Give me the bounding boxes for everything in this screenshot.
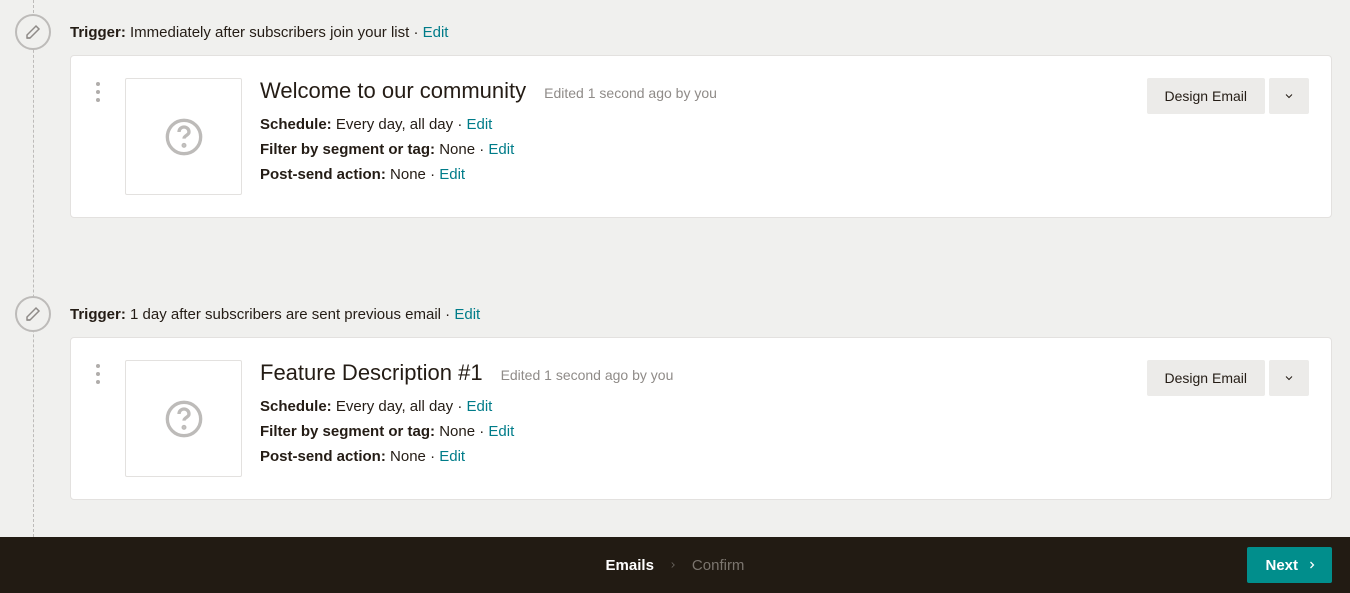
trigger-line: Trigger: Immediately after subscribers j… — [70, 16, 1332, 55]
schedule-label: Schedule: — [260, 398, 332, 415]
schedule-value: Every day, all day — [336, 116, 453, 133]
pencil-icon — [24, 305, 42, 323]
filter-value: None — [439, 141, 475, 158]
chevron-down-icon — [1283, 372, 1295, 384]
filter-value: None — [439, 423, 475, 440]
trigger-label: Trigger: — [70, 24, 126, 41]
postsend-label: Post-send action: — [260, 166, 386, 183]
question-icon — [164, 399, 204, 439]
filter-label: Filter by segment or tag: — [260, 141, 435, 158]
trigger-value: 1 day after subscribers are sent previou… — [130, 306, 441, 323]
footer-bar: Emails Confirm Next — [0, 537, 1350, 593]
breadcrumb-next[interactable]: Confirm — [692, 557, 745, 574]
postsend-edit-link[interactable]: Edit — [439, 448, 465, 465]
schedule-label: Schedule: — [260, 116, 332, 133]
pencil-icon — [24, 23, 42, 41]
card-kebab-menu[interactable] — [89, 360, 107, 384]
filter-label: Filter by segment or tag: — [260, 423, 435, 440]
chevron-right-icon — [668, 557, 678, 574]
trigger-edit-link[interactable]: Edit — [454, 306, 480, 323]
question-icon — [164, 117, 204, 157]
email-thumbnail[interactable] — [125, 360, 242, 477]
chevron-right-icon — [1306, 559, 1318, 571]
email-thumbnail[interactable] — [125, 78, 242, 195]
automation-step-2: Trigger: 1 day after subscribers are sen… — [18, 218, 1332, 500]
postsend-value: None — [390, 166, 426, 183]
postsend-label: Post-send action: — [260, 448, 386, 465]
edited-meta: Edited 1 second ago by you — [544, 85, 717, 101]
chevron-down-icon — [1283, 90, 1295, 102]
design-email-button[interactable]: Design Email — [1147, 78, 1265, 114]
filter-edit-link[interactable]: Edit — [488, 141, 514, 158]
breadcrumb-current[interactable]: Emails — [606, 557, 654, 574]
edited-meta: Edited 1 second ago by you — [501, 367, 674, 383]
schedule-value: Every day, all day — [336, 398, 453, 415]
trigger-line: Trigger: 1 day after subscribers are sen… — [70, 298, 1332, 337]
design-email-button[interactable]: Design Email — [1147, 360, 1265, 396]
email-title: Welcome to our community — [260, 78, 526, 104]
postsend-edit-link[interactable]: Edit — [439, 166, 465, 183]
schedule-edit-link[interactable]: Edit — [466, 116, 492, 133]
design-email-dropdown[interactable] — [1269, 360, 1309, 396]
postsend-value: None — [390, 448, 426, 465]
email-card-1: Welcome to our community Edited 1 second… — [70, 55, 1332, 218]
email-title: Feature Description #1 — [260, 360, 483, 386]
trigger-label: Trigger: — [70, 306, 126, 323]
step-breadcrumb: Emails Confirm — [606, 557, 745, 574]
edit-trigger-icon-button[interactable] — [15, 14, 51, 50]
filter-edit-link[interactable]: Edit — [488, 423, 514, 440]
trigger-edit-link[interactable]: Edit — [423, 24, 449, 41]
email-card-2: Feature Description #1 Edited 1 second a… — [70, 337, 1332, 500]
automation-step-1: Trigger: Immediately after subscribers j… — [18, 0, 1332, 218]
design-email-dropdown[interactable] — [1269, 78, 1309, 114]
card-kebab-menu[interactable] — [89, 78, 107, 102]
schedule-edit-link[interactable]: Edit — [466, 398, 492, 415]
next-button[interactable]: Next — [1247, 547, 1332, 583]
trigger-value: Immediately after subscribers join your … — [130, 24, 409, 41]
edit-trigger-icon-button[interactable] — [15, 296, 51, 332]
